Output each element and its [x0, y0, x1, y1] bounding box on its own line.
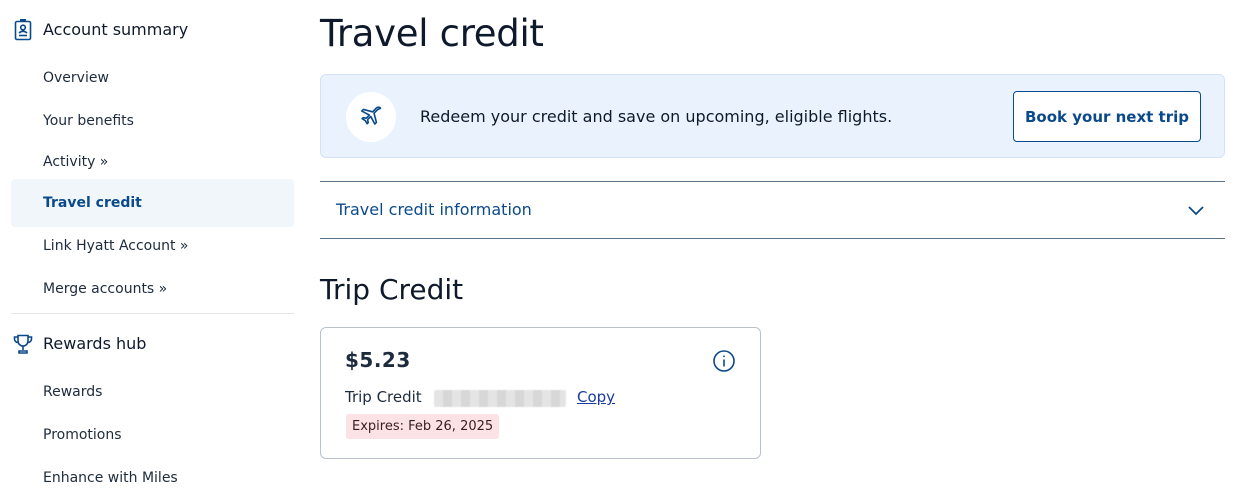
sidebar-item-travel-credit[interactable]: Travel credit — [11, 179, 294, 227]
sidebar-item-merge-accounts[interactable]: Merge accounts » — [11, 268, 294, 310]
sidebar-group-account-summary[interactable]: Account summary — [0, 15, 300, 45]
sidebar-item-overview[interactable]: Overview — [11, 57, 294, 99]
sidebar-item-enhance-with-miles[interactable]: Enhance with Miles — [11, 457, 294, 499]
id-badge-icon — [12, 18, 34, 42]
expiration-badge: Expires: Feb 26, 2025 — [346, 414, 500, 439]
sidebar-item-link-hyatt-account[interactable]: Link Hyatt Account » — [11, 225, 294, 267]
accordion-label: Travel credit information — [336, 200, 532, 219]
airplane-icon — [346, 92, 396, 142]
sidebar-group-rewards-hub[interactable]: Rewards hub — [0, 329, 300, 359]
sidebar-divider — [11, 313, 294, 314]
promo-text: Redeem your credit and save on upcoming,… — [420, 107, 893, 126]
book-next-trip-button[interactable]: Book your next trip — [1013, 91, 1201, 142]
trip-credit-card: $5.23 Trip Credit Copy Expires: Feb 26, … — [320, 327, 761, 459]
sidebar-item-promotions[interactable]: Promotions — [11, 414, 294, 456]
credit-amount: $5.23 — [345, 348, 411, 372]
credit-label: Trip Credit — [345, 388, 422, 406]
sidebar: Account summary Overview Your benefits A… — [0, 0, 300, 501]
masked-credit-code — [434, 390, 566, 407]
info-icon[interactable] — [712, 349, 736, 373]
section-title: Trip Credit — [320, 273, 464, 306]
sidebar-item-your-benefits[interactable]: Your benefits — [11, 100, 294, 142]
sidebar-item-activity[interactable]: Activity » — [11, 141, 294, 183]
sidebar-group-label: Rewards hub — [43, 334, 147, 353]
sidebar-group-label: Account summary — [43, 20, 189, 39]
page-title: Travel credit — [320, 12, 544, 55]
trophy-icon — [12, 332, 34, 356]
chevron-down-icon[interactable] — [1186, 200, 1206, 220]
copy-link[interactable]: Copy — [577, 388, 615, 406]
promo-banner: Redeem your credit and save on upcoming,… — [320, 74, 1225, 158]
main-content: Travel credit Redeem your credit and sav… — [320, 0, 1225, 501]
travel-credit-information-accordion[interactable]: Travel credit information — [320, 181, 1225, 239]
sidebar-item-rewards[interactable]: Rewards — [11, 371, 294, 413]
